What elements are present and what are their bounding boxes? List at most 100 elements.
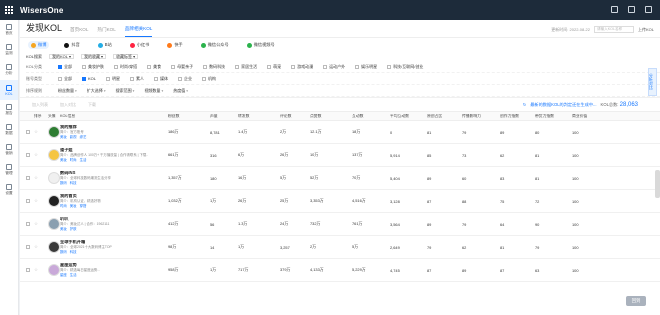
upload-kol-button[interactable]: 上传KOL — [638, 27, 654, 33]
star-icon[interactable]: ☆ — [34, 267, 48, 273]
kol-tag[interactable]: 护肤 — [70, 227, 77, 231]
kol-tag[interactable]: 穿搭 — [80, 204, 87, 208]
filter-option[interactable]: 美妆护肤 — [82, 64, 104, 70]
header-cell[interactable]: 声量 — [210, 114, 238, 119]
filter-option[interactable]: 科技/互联网/创业 — [387, 64, 423, 70]
filter-option[interactable]: 媒体 — [154, 76, 168, 82]
compare-float-button[interactable]: 分析对比 — [648, 68, 657, 96]
filter-option[interactable]: 全部 — [58, 64, 72, 70]
kol-tag[interactable]: 时尚 — [70, 158, 77, 162]
star-icon[interactable]: ☆ — [34, 198, 48, 204]
kol-tag[interactable]: 美妆 — [70, 204, 77, 208]
sort-select-videos[interactable]: 视频数量 — [144, 88, 163, 94]
filter-option[interactable]: 素人 — [130, 76, 144, 82]
header-cell[interactable]: 点赞数 — [310, 114, 352, 119]
my-kol-chip[interactable]: 我的KOL ▾ — [49, 54, 75, 59]
header-cell[interactable]: 互动数 — [352, 114, 390, 119]
table-row[interactable]: ☆ 我的首页 简介：机构认证，精选好物 时尚 美妆 穿搭 1,032万 1万 26万 25万 3,3… — [20, 190, 660, 213]
header-cell[interactable]: 商业价值 — [572, 114, 602, 119]
download-button[interactable]: 下载 — [88, 102, 96, 108]
row-select[interactable] — [26, 268, 34, 272]
kol-tag[interactable]: 时尚 — [60, 204, 67, 208]
star-icon[interactable]: ☆ — [34, 244, 48, 250]
platform-xiaohongshu[interactable]: 小红书 — [127, 41, 153, 49]
header-cell[interactable]: 传播影响力 — [462, 114, 500, 119]
header-cell[interactable]: 原创占比 — [427, 114, 462, 119]
filter-option[interactable]: 企业 — [178, 76, 192, 82]
sidebar-item-settings[interactable]: 设置 — [0, 180, 18, 200]
sidebar-item-home[interactable]: 首页 — [0, 20, 18, 40]
platform-douyin[interactable]: 抖音 — [61, 41, 82, 49]
filter-option[interactable]: 娱乐明星 — [355, 64, 377, 70]
platform-wechat-official[interactable]: 微信公众号 — [198, 41, 232, 49]
table-row[interactable]: ☆ 数码INS 简介：全球科技数码潮流生活分享 数码 科技 1,357万 180 16万 5万 5… — [20, 167, 660, 190]
row-select[interactable] — [26, 176, 34, 180]
filter-option[interactable]: 美食 — [147, 64, 161, 70]
add-to-list-button[interactable]: 加入列表 — [32, 102, 48, 108]
table-row[interactable]: ☆ 我的推荐 简介：官方账号 美妆 影视 综艺 186万 8,781 1.4万 2万 12.1万 18… — [20, 121, 660, 144]
my-favorite-chip[interactable]: 我的收藏 ▾ — [81, 54, 107, 59]
star-icon[interactable]: ☆ — [34, 175, 48, 181]
star-icon[interactable]: ☆ — [34, 221, 48, 227]
kol-name[interactable]: 全球手机开箱 — [60, 240, 148, 244]
kol-tag[interactable]: 美妆 — [60, 135, 67, 139]
kol-name[interactable]: 叭叭 — [60, 217, 148, 221]
kol-name[interactable]: 星座运势 — [60, 263, 148, 267]
platform-wechat-video[interactable]: 微信视频号 — [244, 41, 278, 49]
table-row[interactable]: ☆ 叭叭 简介：美妆达人 | 合作：1962111 美妆 护肤 412万 56 1.3万 24万… — [20, 213, 660, 236]
kol-name[interactable]: 道子姐 — [60, 148, 148, 152]
kol-tag[interactable]: 美妆 — [60, 227, 67, 231]
filter-option[interactable]: 时尚/穿搭 — [114, 64, 137, 70]
kol-tag[interactable]: 星座 — [60, 273, 67, 277]
filter-option[interactable]: 游戏动漫 — [291, 64, 313, 70]
filter-option[interactable]: 数码科技 — [203, 64, 225, 70]
filter-option[interactable]: 运动户外 — [323, 64, 345, 70]
row-select[interactable] — [26, 245, 34, 249]
kol-tag[interactable]: 科技 — [70, 181, 77, 185]
sidebar-item-marketing[interactable]: 营销 — [0, 140, 18, 160]
row-select[interactable] — [26, 222, 34, 226]
star-icon[interactable]: ☆ — [34, 152, 48, 158]
kol-name[interactable]: 我的首页 — [60, 194, 148, 198]
sidebar-item-data[interactable]: 数据 — [0, 120, 18, 140]
sidebar-item-analysis[interactable]: 分析 — [0, 60, 18, 80]
platform-bilibili[interactable]: B站 — [95, 41, 115, 49]
platform-kuaishou[interactable]: 快手 — [164, 41, 185, 49]
back-to-top-button[interactable]: 回到 — [626, 296, 646, 306]
kol-tag[interactable]: 影视 — [70, 135, 77, 139]
row-select[interactable] — [26, 199, 34, 203]
table-row[interactable]: ☆ 星座运势 简介：精选每日星座运势... 星座 生活 958万 1万 717万 379万 4,1… — [20, 259, 660, 282]
sidebar-item-manage[interactable]: 管理 — [0, 160, 18, 180]
filter-option[interactable]: 明星 — [106, 76, 120, 82]
kol-tag[interactable]: 美妆 — [60, 158, 67, 162]
table-row[interactable]: ☆ 道子姐 简介：品牌创作人 100万+ 千万播放量 | 合作请联系 | 下载...… — [20, 144, 660, 167]
filter-option[interactable]: 母婴亲子 — [171, 64, 193, 70]
table-row[interactable]: ☆ 全球手机开箱 简介：全球2021十大数码博主TOP 数码 科技 98万 14 1万 3,25… — [20, 236, 660, 259]
kol-tag[interactable]: 生活 — [80, 158, 87, 162]
search-input[interactable]: 请输入KOL名称 — [593, 26, 634, 33]
filter-option[interactable]: 萌宠 — [267, 64, 281, 70]
kol-tag[interactable]: 生活 — [70, 273, 77, 277]
scrollbar[interactable] — [655, 170, 660, 198]
row-select[interactable] — [26, 153, 34, 157]
tab-top-kol[interactable]: 首页KOL — [70, 27, 88, 37]
tab-brand-kol[interactable]: 品牌相关KOL — [124, 26, 153, 37]
kol-tag[interactable]: 科技 — [70, 250, 77, 254]
header-cell[interactable]: 平均互动数 — [390, 114, 427, 119]
filter-option[interactable]: 家居生活 — [235, 64, 257, 70]
notification-icon[interactable] — [628, 6, 635, 13]
sidebar-item-report[interactable]: 报告 — [0, 100, 18, 120]
filter-option[interactable]: KOL — [82, 76, 96, 81]
help-icon[interactable] — [611, 6, 618, 13]
user-icon[interactable] — [645, 6, 652, 13]
kol-tag[interactable]: 数码 — [60, 250, 67, 254]
header-cell[interactable]: 带货力指数 — [535, 114, 572, 119]
apps-grid-icon[interactable] — [5, 6, 13, 14]
header-cell[interactable]: 粉丝数 — [168, 114, 210, 119]
favorite-tag-chip[interactable]: 收藏标签 ▾ — [113, 54, 139, 59]
sort-select-expand[interactable]: 扩大选择 — [87, 88, 106, 94]
row-select[interactable] — [26, 130, 34, 134]
star-icon[interactable]: ☆ — [34, 129, 48, 135]
kol-tag[interactable]: 综艺 — [80, 135, 87, 139]
sort-select-fans[interactable]: 粉丝数量 — [58, 88, 77, 94]
